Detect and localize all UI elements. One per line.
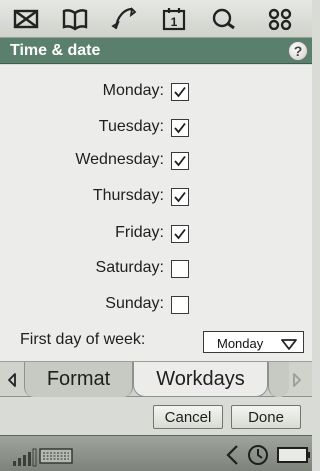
- cancel-button-label: Cancel: [164, 408, 212, 426]
- workday-row-sunday: Sunday:: [0, 293, 312, 317]
- tab-format[interactable]: Format: [24, 362, 133, 397]
- sunday-label: Sunday:: [105, 295, 164, 312]
- contacts-book-icon[interactable]: [55, 4, 95, 34]
- messaging-icon[interactable]: [6, 4, 46, 34]
- checkmark-icon: [174, 155, 186, 167]
- tab-bar: Format Workdays: [0, 361, 312, 397]
- chevron-right-icon: [293, 372, 301, 387]
- cancel-button[interactable]: Cancel: [153, 405, 223, 429]
- workday-row-saturday: Saturday:: [0, 257, 312, 281]
- first-day-of-week-value: Monday: [217, 336, 264, 351]
- search-icon[interactable]: [204, 4, 244, 34]
- volume-icon[interactable]: [224, 444, 240, 471]
- tuesday-checkbox[interactable]: [171, 119, 189, 137]
- apps-grid-icon[interactable]: [260, 4, 300, 34]
- saturday-label: Saturday:: [95, 259, 164, 276]
- phone-icon[interactable]: [104, 4, 144, 34]
- chevron-left-icon: [8, 372, 16, 387]
- checkmark-icon: [174, 191, 186, 203]
- workday-row-monday: Monday:: [0, 80, 312, 104]
- thursday-checkbox[interactable]: [171, 188, 189, 206]
- tab-scroll-right-button[interactable]: [286, 362, 308, 397]
- wednesday-checkbox[interactable]: [171, 152, 189, 170]
- signal-strength-icon[interactable]: [12, 447, 38, 471]
- done-button[interactable]: Done: [231, 405, 301, 429]
- wednesday-label: Wednesday:: [75, 151, 164, 168]
- friday-label: Friday:: [115, 224, 164, 241]
- workday-row-tuesday: Tuesday:: [0, 116, 312, 140]
- friday-checkbox[interactable]: [171, 225, 189, 243]
- help-button[interactable]: ?: [288, 41, 308, 61]
- help-icon: ?: [293, 43, 303, 59]
- title-bar: Time & date ?: [0, 38, 312, 64]
- calendar-day-text: 1: [171, 15, 178, 29]
- battery-icon[interactable]: [277, 447, 311, 468]
- workday-row-thursday: Thursday:: [0, 185, 312, 209]
- checkmark-icon: [174, 86, 186, 98]
- keyboard-icon[interactable]: [39, 448, 73, 469]
- tab-workdays-label: Workdays: [156, 367, 245, 390]
- tab-format-label: Format: [46, 368, 111, 390]
- page-title: Time & date: [10, 42, 101, 59]
- dropdown-arrow-icon: [281, 337, 297, 355]
- done-button-label: Done: [248, 408, 284, 426]
- dialog-button-bar: Cancel Done: [0, 397, 312, 435]
- thursday-label: Thursday:: [92, 187, 164, 204]
- clock-icon[interactable]: [247, 444, 269, 471]
- workday-row-friday: Friday:: [0, 222, 312, 246]
- workdays-panel: Monday: Tuesday: Wednesday: Thursday: Fr…: [0, 65, 312, 361]
- checkmark-icon: [174, 228, 186, 240]
- tab-scroll-left-button[interactable]: [1, 362, 23, 397]
- checkmark-icon: [174, 122, 186, 134]
- saturday-checkbox[interactable]: [171, 260, 189, 278]
- tuesday-label: Tuesday:: [98, 118, 164, 135]
- calendar-icon[interactable]: 1: [154, 4, 194, 34]
- status-bar: [0, 435, 312, 471]
- first-day-of-week-select[interactable]: Monday: [203, 331, 304, 353]
- monday-checkbox[interactable]: [171, 83, 189, 101]
- sunday-checkbox[interactable]: [171, 296, 189, 314]
- tab-workdays[interactable]: Workdays: [133, 362, 268, 397]
- first-day-of-week-label: First day of week:: [20, 331, 146, 348]
- monday-label: Monday:: [102, 82, 164, 99]
- app-launcher-bar: 1: [0, 0, 312, 38]
- workday-row-wednesday: Wednesday:: [0, 149, 312, 173]
